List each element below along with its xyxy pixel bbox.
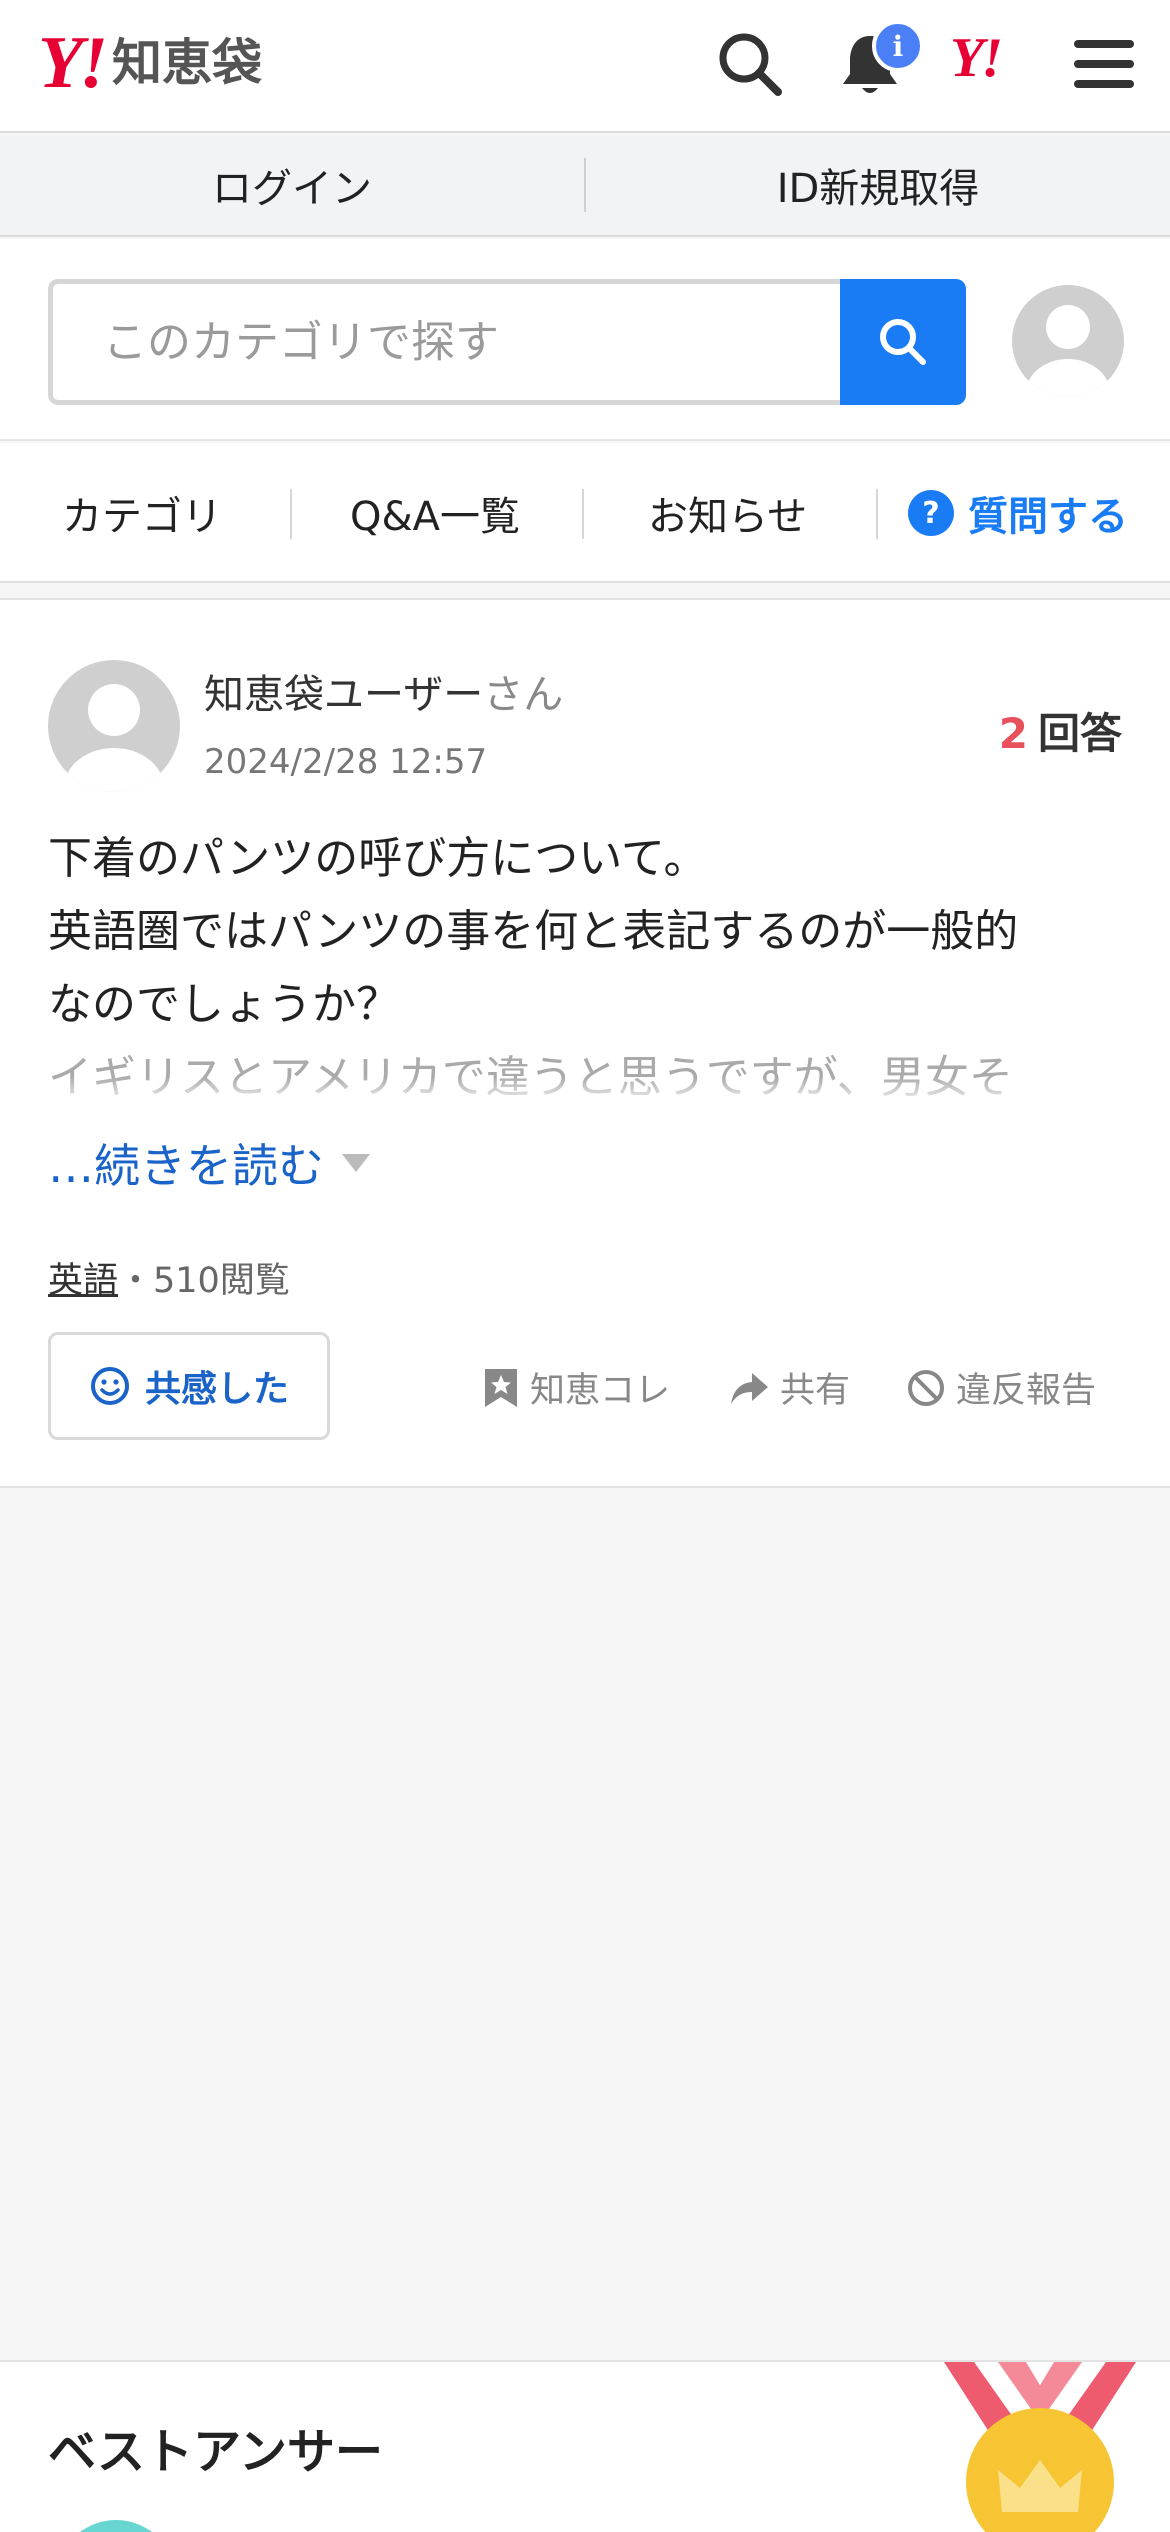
questioner-name: 知恵袋ユーザーさん: [204, 662, 563, 720]
report-label: 違反報告: [956, 1371, 1097, 1411]
user-avatar[interactable]: [1012, 285, 1124, 397]
nav-news[interactable]: お知らせ: [648, 443, 807, 583]
app-header: Y! 知恵袋 i Y!: [0, 0, 1170, 133]
question-line: なのでしょうか？: [48, 979, 400, 1030]
category-search-input[interactable]: [53, 284, 842, 400]
nav-qa-list[interactable]: Q&A一覧: [350, 443, 520, 583]
ask-label: 質問する: [968, 494, 1128, 540]
search-icon[interactable]: [714, 28, 786, 100]
question-circle-icon: ?: [908, 490, 954, 536]
login-bar: ログイン ID新規取得: [0, 135, 1170, 237]
question-meta: 英語・510閲覧: [48, 1252, 290, 1303]
prohibit-icon: [908, 1369, 944, 1406]
search-icon: [880, 319, 926, 365]
yahoo-japan-icon[interactable]: Y!: [950, 30, 1003, 86]
best-answer-title: ベストアンサー: [48, 2424, 384, 2480]
question-body-faded: イギリスとアメリカで違うと思うですが、男女そ: [48, 1041, 1122, 1107]
answer-count: 2 回答: [999, 700, 1122, 761]
read-more-label: …続きを読む: [48, 1139, 324, 1193]
report-button[interactable]: 違反報告: [906, 1362, 1096, 1413]
answer-count-label: 回答: [1037, 709, 1122, 758]
empathy-label: 共感した: [144, 1369, 289, 1410]
share-label: 共有: [780, 1371, 851, 1411]
nav-category[interactable]: カテゴリ: [62, 443, 222, 583]
register-link[interactable]: ID新規取得: [586, 156, 1170, 214]
question-date: 2024/2/28 12:57: [204, 742, 488, 782]
search-area: [0, 239, 1170, 441]
crown-medal-icon: [944, 2362, 1136, 2532]
divider: [876, 489, 878, 539]
question-line: 下着のパンツの呼び方について。: [48, 833, 708, 884]
questioner-avatar: [48, 660, 180, 792]
caret-down-icon: [342, 1154, 370, 1172]
user-suffix: さん: [483, 672, 564, 718]
bookmark-star-icon: [485, 1368, 517, 1407]
question-card: 知恵袋ユーザーさん 2024/2/28 12:57 2 回答 下着のパンツの呼び方…: [0, 598, 1170, 1488]
logo-text: 知恵袋: [112, 34, 262, 92]
best-answer-section: ベストアンサー: [0, 2360, 1170, 2532]
category-nav: カテゴリ Q&A一覧 お知らせ ? 質問する: [0, 443, 1170, 583]
answerer-avatar: [56, 2520, 176, 2532]
search-button[interactable]: [840, 279, 966, 405]
smile-icon: [90, 1367, 129, 1405]
login-link[interactable]: ログイン: [0, 156, 584, 214]
share-button[interactable]: 共有: [728, 1362, 850, 1413]
user-avatar-icon: [1012, 285, 1124, 397]
empathy-button[interactable]: 共感した: [48, 1332, 330, 1440]
share-arrow-icon: [731, 1372, 768, 1404]
answer-count-number: 2: [998, 709, 1028, 758]
view-count: ・510閲覧: [118, 1261, 290, 1301]
chiebukuro-logo[interactable]: Y! 知恵袋: [38, 22, 262, 104]
user-name: 知恵袋ユーザー: [204, 672, 484, 718]
search-box: [48, 279, 842, 405]
question-line: 英語圏ではパンツの事を何と表記するのが一般的: [48, 906, 1019, 957]
save-label: 知恵コレ: [530, 1371, 671, 1411]
question-body: 下着のパンツの呼び方について。 英語圏ではパンツの事を何と表記するのが一般的 な…: [48, 822, 1122, 1041]
yahoo-logo-mark: Y!: [38, 22, 108, 104]
ask-question-button[interactable]: ? 質問する: [908, 443, 1128, 583]
save-button[interactable]: 知恵コレ: [482, 1362, 670, 1413]
category-link[interactable]: 英語: [48, 1261, 118, 1301]
user-avatar-icon: [48, 660, 180, 792]
menu-icon[interactable]: [1068, 28, 1140, 100]
notification-badge: i: [872, 20, 924, 72]
divider: [290, 489, 292, 539]
divider: [582, 489, 584, 539]
read-more-link[interactable]: …続きを読む: [48, 1130, 370, 1196]
